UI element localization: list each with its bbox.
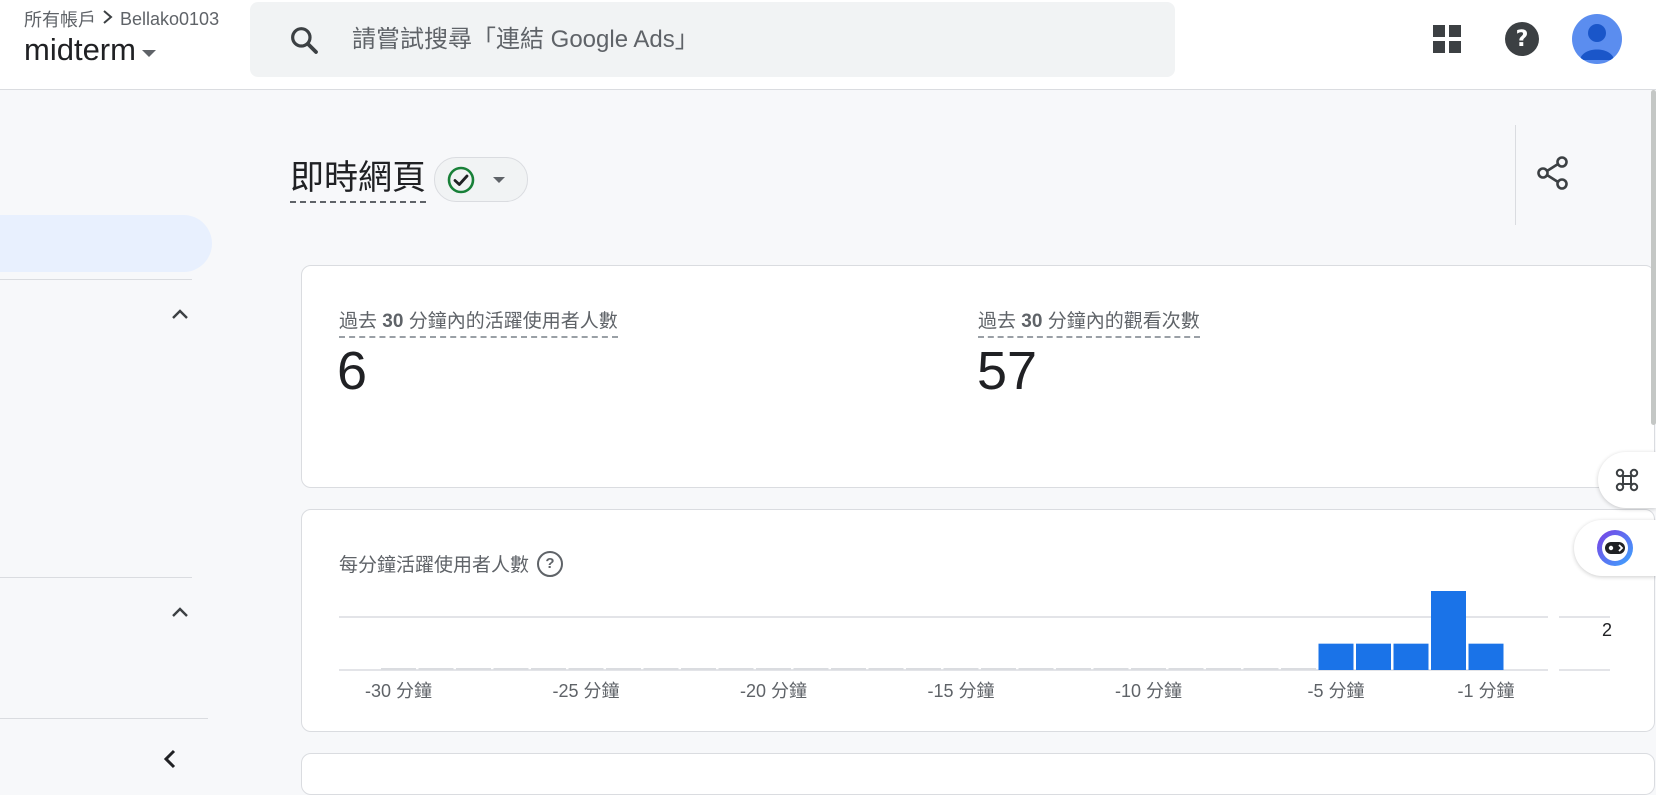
chart-bar[interactable] [793, 668, 829, 670]
chart-bar[interactable] [418, 668, 454, 670]
chart-bar[interactable] [1018, 668, 1054, 670]
chart-bar[interactable] [868, 668, 904, 670]
chart-bar[interactable] [1281, 668, 1316, 670]
chart-bar[interactable] [531, 668, 566, 670]
x-tick-label: -25 分鐘 [552, 681, 619, 701]
chart-bar[interactable] [1168, 668, 1204, 670]
chart-svg: -30 分鐘 -25 分鐘 -20 分鐘 -15 分鐘 -10 分鐘 -5 分鐘 -1 分鐘… [339, 591, 1612, 701]
chart-bar[interactable] [756, 668, 791, 670]
x-tick-label: -30 分鐘 [365, 681, 432, 701]
chart-bar[interactable] [568, 668, 604, 670]
next-card [301, 753, 1655, 795]
y-axis-label: 2 [1602, 620, 1612, 640]
shortcuts-icon[interactable] [1598, 452, 1656, 508]
chart-bar[interactable] [1093, 668, 1129, 670]
chart-bar[interactable] [681, 668, 716, 670]
chart-bar[interactable] [1393, 643, 1429, 670]
chart-bar[interactable] [643, 668, 679, 670]
chart-bar[interactable] [493, 668, 529, 670]
chart-bar[interactable] [1206, 668, 1241, 670]
chart-bar[interactable] [1431, 591, 1466, 670]
chart-bar[interactable] [1356, 643, 1391, 670]
chart-bar[interactable] [1318, 643, 1354, 670]
chart-bar[interactable] [981, 668, 1016, 670]
x-tick-label: -1 分鐘 [1457, 681, 1514, 701]
chart-bar[interactable] [1468, 643, 1504, 670]
chart-bar[interactable] [381, 668, 416, 670]
chart-bar[interactable] [1056, 668, 1091, 670]
x-tick-label: -5 分鐘 [1307, 681, 1364, 701]
chart-bar[interactable] [1131, 668, 1166, 670]
x-tick-label: -15 分鐘 [927, 681, 994, 701]
chart-bar[interactable] [906, 668, 941, 670]
chart-bar[interactable] [606, 668, 641, 670]
assistant-icon[interactable] [1574, 520, 1656, 576]
chart-bar[interactable] [718, 668, 754, 670]
x-tick-label: -20 分鐘 [740, 681, 807, 701]
chart-bar[interactable] [831, 668, 866, 670]
chart-bar[interactable] [943, 668, 979, 670]
x-tick-label: -10 分鐘 [1115, 681, 1182, 701]
chart-bar[interactable] [456, 668, 491, 670]
scrollbar[interactable] [1651, 90, 1656, 425]
chart-bar[interactable] [1243, 668, 1279, 670]
